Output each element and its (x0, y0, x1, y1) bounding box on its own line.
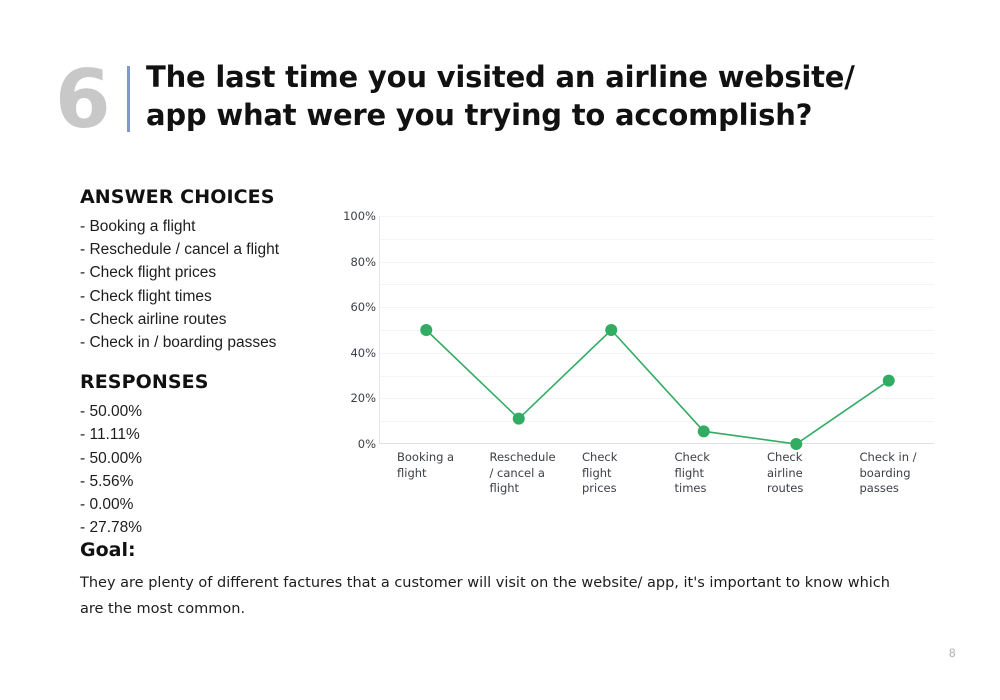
data-point-marker[interactable] (882, 374, 895, 387)
data-point-marker[interactable] (697, 425, 710, 438)
list-item: - 27.78% (80, 519, 143, 537)
x-axis-tick-label: Booking a flight (397, 450, 455, 480)
y-axis-tick-label: 100% (343, 209, 376, 223)
data-point-marker[interactable] (605, 324, 618, 336)
y-axis-tick-label: 20% (350, 391, 376, 406)
goal-section: Goal: They are plenty of different factu… (80, 539, 910, 622)
list-item: - Check airline routes (80, 310, 227, 328)
x-axis-tick-label: Check flight prices (582, 450, 618, 495)
x-axis-tick-label: Check flight times (674, 450, 710, 495)
data-point-marker[interactable] (790, 438, 803, 450)
list-item: - 0.00% (80, 496, 134, 514)
list-item: - Check flight prices (80, 264, 217, 282)
answer-choices-heading: ANSWER CHOICES (80, 186, 275, 208)
y-axis-tick-label: 40% (350, 345, 376, 360)
responses-heading: RESPONSES (80, 371, 209, 394)
page-number: 8 (948, 646, 956, 660)
y-axis-tick-label: 80% (350, 254, 376, 269)
goal-text: They are plenty of different factures th… (80, 575, 890, 617)
slide-number: 6 (55, 53, 111, 146)
data-point-marker[interactable] (420, 324, 433, 336)
chart-line (425, 328, 890, 445)
responses-list: - 50.00% - 11.11% - 50.00% - 5.56% - 0.0… (80, 400, 340, 539)
answer-choices-list: - Booking a flight - Reschedule / cancel… (80, 215, 340, 354)
header-divider (127, 66, 130, 132)
x-axis-tick-label: Check in / boarding passes (859, 450, 917, 495)
list-item: - 50.00% (80, 449, 143, 467)
slide-header: 6 The last time you visited an airline w… (55, 58, 906, 142)
data-point-marker[interactable] (512, 412, 525, 425)
list-item: - Reschedule / cancel a flight (80, 241, 280, 259)
y-axis-tick-label: 60% (350, 300, 376, 315)
list-item: - 50.00% (80, 403, 143, 421)
x-axis-tick-label: Reschedule / cancel a flight (489, 450, 556, 495)
chart-series-svg (420, 324, 895, 450)
y-axis: 0% 20% 40% 60% 80% 100% (336, 209, 376, 451)
list-item: - 11.11% (80, 426, 140, 444)
plot-area (379, 216, 934, 450)
answer-choices-panel: ANSWER CHOICES - Booking a flight - Resc… (80, 186, 340, 539)
slide-root: { "slide": { "number": "6", "title": "Th… (0, 0, 1000, 700)
goal-heading: Goal: (80, 539, 136, 561)
list-item: - Check in / boarding passes (80, 334, 277, 352)
list-item: - Booking a flight (80, 218, 196, 235)
x-axis-labels: Booking a flight Reschedule / cancel a fligh… (379, 450, 934, 497)
responses-line-chart: 0% 20% 40% 60% 80% 100% Booking a flight Resche… (336, 209, 936, 516)
y-axis-tick-label: 0% (357, 437, 376, 451)
page-title: The last time you visited an airline web… (146, 60, 855, 132)
list-item: - Check flight times (80, 287, 212, 305)
x-axis-tick-label: Check airline routes (767, 450, 804, 495)
list-item: - 5.56% (80, 472, 134, 490)
